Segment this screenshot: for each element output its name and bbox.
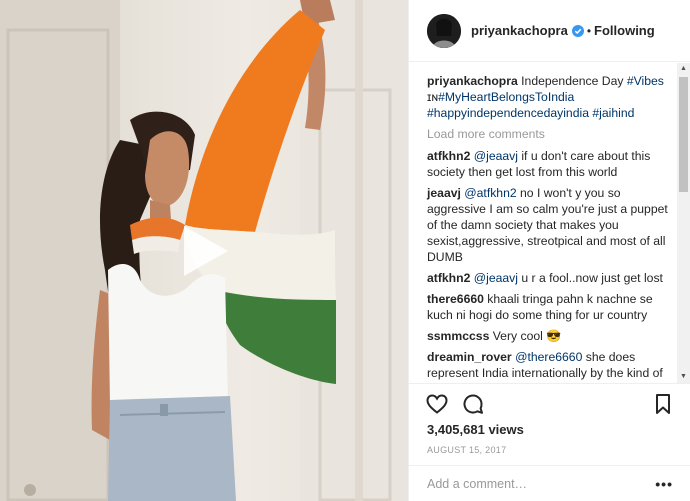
comment-icon[interactable] — [461, 392, 485, 416]
header-separator: • — [586, 23, 592, 38]
heart-icon[interactable] — [425, 392, 449, 416]
comment-item: jeaavj @atfkhn2 no I won't y you so aggr… — [427, 185, 677, 265]
comment-item: atfkhn2 @jeaavj u r a fool..now just get… — [427, 270, 677, 286]
post-header: priyankachopra • Following — [409, 0, 690, 62]
post-actions: 3,405,681 views AUGUST 15, 2017 — [409, 383, 690, 455]
comment-username[interactable]: atfkhn2 — [427, 149, 470, 163]
comment-item: there6660 khaali tringa pahn k nachne se… — [427, 291, 677, 323]
scrollbar-thumb[interactable] — [679, 77, 688, 192]
load-more-comments-link[interactable]: Load more comments — [427, 127, 677, 141]
scroll-down-arrow-icon[interactable]: ▼ — [677, 371, 690, 383]
verified-badge-icon — [571, 24, 584, 37]
hashtag-link[interactable]: #Vibes — [627, 74, 664, 88]
more-options-icon[interactable]: ••• — [655, 476, 673, 492]
comment-item: dreamin_rover @there6660 she does repres… — [427, 349, 677, 383]
post-caption: priyankachopra Independence Day #Vibes ɪ… — [427, 73, 677, 121]
hashtag-link[interactable]: #happyindependencedayindia — [427, 106, 589, 120]
play-button[interactable] — [176, 222, 234, 280]
add-comment-bar: ••• — [409, 465, 690, 501]
comment-text: u r a fool..now just get lost — [517, 271, 663, 285]
action-icons-row — [409, 384, 690, 424]
bookmark-icon[interactable] — [651, 392, 675, 416]
comment-mention[interactable]: @atfkhn2 — [464, 186, 516, 200]
hashtag-link[interactable]: #MyHeartBelongsToIndia — [438, 90, 574, 104]
scroll-up-arrow-icon[interactable]: ▲ — [677, 63, 690, 75]
comment-username[interactable]: jeaavj — [427, 186, 461, 200]
comment-mention[interactable]: @there6660 — [515, 350, 582, 364]
following-button[interactable]: Following — [594, 23, 655, 38]
avatar[interactable] — [427, 13, 461, 48]
caption-styled-text: ɪɴ — [427, 90, 439, 104]
view-count[interactable]: 3,405,681 views — [409, 422, 690, 437]
hashtag-link[interactable]: #jaihind — [592, 106, 634, 120]
comments-scrollbar[interactable]: ▲ ▼ — [677, 63, 690, 383]
comment-item: ssmmccss Very cool 😎 — [427, 328, 677, 344]
post-video[interactable] — [0, 0, 408, 501]
comment-item: atfkhn2 @jeaavj if u don't care about th… — [427, 148, 677, 180]
comment-mention[interactable]: @jeaavj — [474, 149, 518, 163]
comments-list: priyankachopra Independence Day #Vibes ɪ… — [409, 63, 677, 383]
post-date: AUGUST 15, 2017 — [427, 445, 507, 455]
caption-username[interactable]: priyankachopra — [427, 74, 518, 88]
comment-text: Very cool 😎 — [489, 329, 562, 343]
play-icon — [184, 226, 228, 276]
comment-username[interactable]: ssmmccss — [427, 329, 489, 343]
comment-username[interactable]: atfkhn2 — [427, 271, 470, 285]
add-comment-input[interactable] — [427, 476, 656, 491]
avatar-image — [427, 13, 461, 48]
comment-username[interactable]: there6660 — [427, 292, 484, 306]
caption-text: Independence Day — [517, 74, 627, 88]
comment-mention[interactable]: @jeaavj — [474, 271, 518, 285]
header-username[interactable]: priyankachopra — [471, 23, 568, 38]
post-side-panel: priyankachopra • Following priyankachopr… — [408, 0, 690, 501]
comment-username[interactable]: dreamin_rover — [427, 350, 512, 364]
